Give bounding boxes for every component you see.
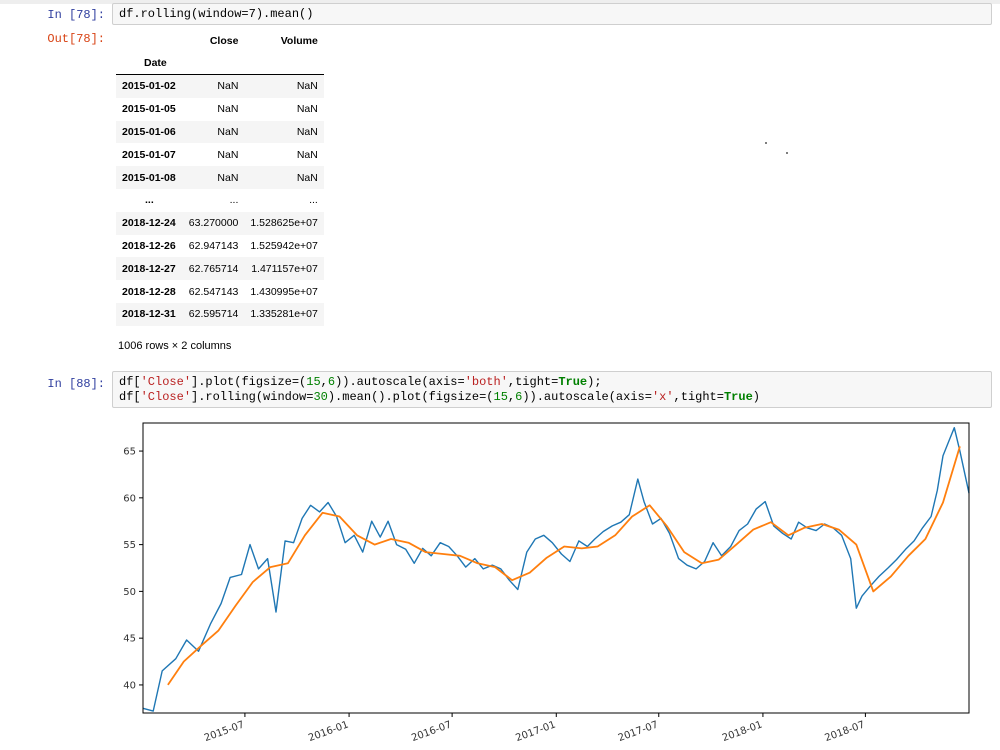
dataframe-shape-text: 1006 rows × 2 columns [118, 340, 232, 352]
plot-lines [142, 426, 970, 712]
code-line-1: df['Close'].plot(figsize=(15,6)).autosca… [119, 375, 602, 389]
column-header-close: Close [209, 35, 239, 47]
x-tick-label: 2018-01 [721, 719, 764, 744]
y-tick-label: 55 [123, 540, 136, 551]
x-axis: 2015-07 2016-01 2016-07 2017-01 2017-07 2018-… [203, 713, 866, 744]
close-price-line-chart: 40 45 50 55 60 65 2015-07 2016-01 2016-07 2017-0… [123, 422, 970, 744]
table-row: 2018-12-27 62.765714 1.471157e+07 [116, 257, 324, 281]
y-tick-label: 60 [123, 493, 136, 504]
dataframe-table: Close Volume Date 2015-01-02 NaN NaN 2015-… [116, 30, 324, 326]
table-row: 2015-01-07 NaN NaN [122, 148, 318, 161]
code-text: df.rolling(window=7).mean() [119, 7, 314, 21]
x-tick-label: 2017-01 [514, 719, 557, 744]
rolling-mean-line [167, 446, 961, 686]
table-row: 2018-12-31 62.595714 1.335281e+07 [116, 302, 324, 326]
table-row: 2015-01-02 NaN NaN [116, 74, 324, 98]
stray-dot [765, 142, 767, 144]
table-row-ellipsis: ......... [145, 194, 318, 207]
y-tick-label: 45 [123, 634, 136, 645]
table-row: 2018-12-24 63.270000 1.528625e+07 [116, 211, 324, 235]
input-prompt-78: In [78]: [47, 8, 105, 22]
y-tick-label: 65 [123, 447, 136, 458]
column-header-volume: Volume [280, 35, 318, 47]
plot-frame [142, 422, 970, 714]
x-tick-label: 2015-07 [203, 719, 246, 744]
y-axis: 40 45 50 55 60 65 [123, 447, 143, 691]
table-row: 2015-01-08 NaN NaN [116, 166, 324, 189]
stray-dot [786, 152, 788, 154]
code-cell-78[interactable]: df.rolling(window=7).mean() [112, 3, 992, 25]
y-tick-label: 40 [123, 680, 136, 691]
table-row: 2018-12-28 62.547143 1.430995e+07 [122, 285, 318, 298]
y-tick-label: 50 [123, 587, 136, 598]
index-header-blank [116, 30, 183, 52]
x-tick-label: 2016-01 [307, 719, 350, 744]
input-prompt-88: In [88]: [47, 377, 105, 391]
code-cell-88[interactable]: df['Close'].plot(figsize=(15,6)).autosca… [112, 371, 992, 408]
x-tick-label: 2018-07 [823, 719, 866, 744]
table-row: 2015-01-05 NaN NaN [122, 103, 318, 116]
output-prompt-78: Out[78]: [47, 32, 105, 46]
x-tick-label: 2017-07 [617, 719, 660, 744]
code-line-2: df['Close'].rolling(window=30).mean().pl… [119, 390, 760, 404]
index-name-header: Date [116, 52, 183, 75]
table-row: 2018-12-26 62.947143 1.525942e+07 [122, 239, 318, 252]
x-tick-label: 2016-07 [410, 719, 453, 744]
table-row: 2015-01-06 NaN NaN [116, 120, 324, 144]
